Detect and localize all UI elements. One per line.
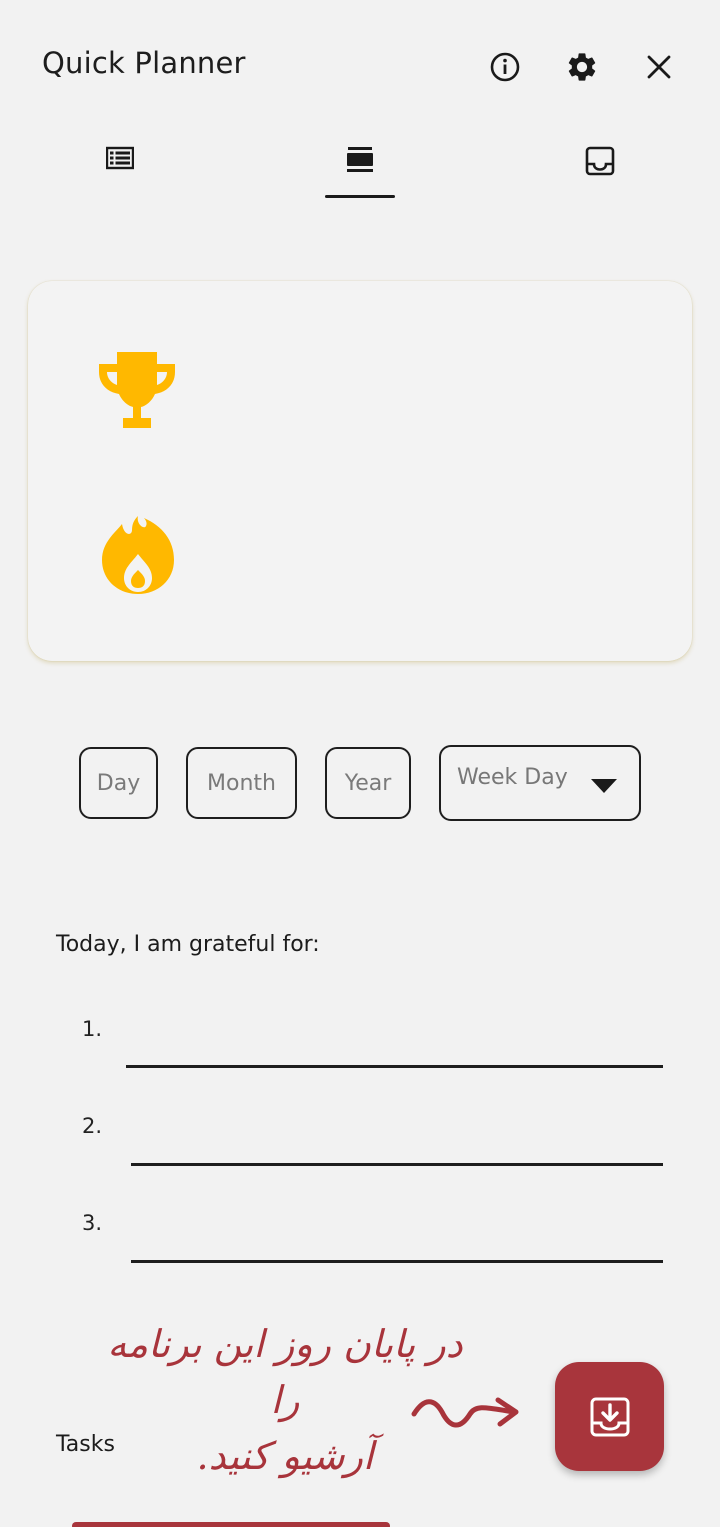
- gratitude-number: 2.: [82, 1114, 103, 1138]
- info-icon[interactable]: [486, 48, 524, 86]
- quick-planner-screen: Quick Planner Day Month Year Week Day To…: [0, 0, 720, 1527]
- tab-card-view[interactable]: [315, 136, 405, 198]
- task-item-bar[interactable]: [72, 1522, 390, 1527]
- gear-icon[interactable]: [563, 48, 601, 86]
- gratitude-number: 3.: [82, 1211, 103, 1235]
- month-input[interactable]: [186, 747, 297, 819]
- trophy-icon: [94, 347, 180, 433]
- weekday-label: Week Day: [457, 765, 568, 790]
- year-input[interactable]: [325, 747, 411, 819]
- weekday-select[interactable]: Week Day: [439, 745, 641, 821]
- day-input[interactable]: [79, 747, 158, 819]
- tab-inbox[interactable]: [555, 136, 645, 198]
- gratitude-number: 1.: [82, 1017, 103, 1041]
- archive-button[interactable]: [555, 1362, 664, 1471]
- list-icon: [106, 146, 134, 170]
- archive-download-icon: [590, 1397, 629, 1436]
- flame-icon: [98, 513, 178, 597]
- card-view-icon: [347, 147, 373, 172]
- arrow-right-icon: [411, 1397, 519, 1428]
- inbox-icon: [585, 146, 615, 176]
- tasks-heading: Tasks: [56, 1432, 115, 1457]
- caret-down-icon: [591, 779, 617, 793]
- close-icon[interactable]: [640, 48, 678, 86]
- app-title: Quick Planner: [42, 46, 246, 80]
- stats-card: [28, 281, 692, 661]
- tab-list[interactable]: [75, 136, 165, 198]
- gratitude-input-1[interactable]: [126, 1028, 663, 1068]
- gratitude-heading: Today, I am grateful for:: [56, 932, 320, 957]
- gratitude-input-3[interactable]: [131, 1223, 663, 1263]
- gratitude-input-2[interactable]: [131, 1126, 663, 1166]
